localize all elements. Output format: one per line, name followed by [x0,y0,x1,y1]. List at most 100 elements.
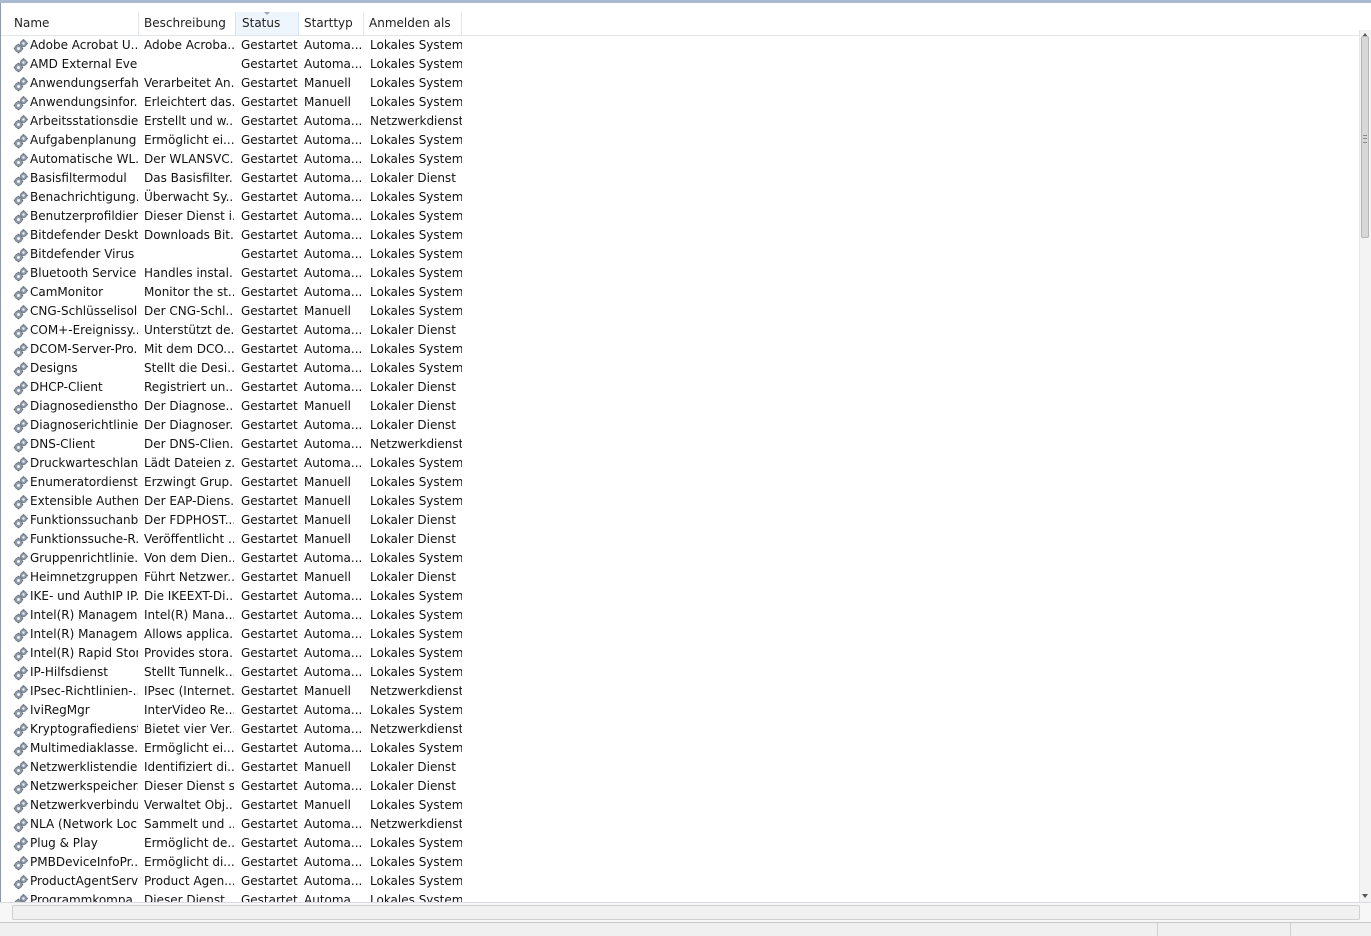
table-row[interactable]: AMD External Eve... Gestartet Automa... Lok… [1,55,1361,74]
table-row[interactable]: CNG-Schlüsselisol... Der CNG-Schl... Gesta… [1,302,1361,321]
service-name: Intel(R) Managem... [30,627,138,641]
service-status: Gestartet [241,665,298,679]
service-name: Arbeitsstationsdie... [30,114,138,128]
table-row[interactable]: Kryptografiedienste Bietet vier Ver... Ges… [1,720,1361,739]
table-row[interactable]: Multimediaklasse... Ermöglicht ei... Gesta… [1,739,1361,758]
table-row[interactable]: Funktionssuchanb... Der FDPHOST... Gestart… [1,511,1361,530]
table-row[interactable]: IKE- und AuthIP IP... Die IKEEXT-Di... Ges… [1,587,1361,606]
table-row[interactable]: Plug & Play Ermöglicht de... Gestartet Auto… [1,834,1361,853]
table-row[interactable]: Arbeitsstationsdie... Erstellt und w... Ge… [1,112,1361,131]
table-row[interactable]: IP-Hilfsdienst Stellt Tunnelk... Gestartet… [1,663,1361,682]
table-row[interactable]: NLA (Network Loc... Sammelt und ... Gestar… [1,815,1361,834]
column-header-description[interactable]: Beschreibung [138,12,236,35]
scroll-down-arrow-icon[interactable] [1362,894,1368,898]
table-row[interactable]: Programmkompa... Dieser Dienst ... Gestart… [1,891,1361,902]
table-row[interactable]: Basisfiltermodul Das Basisfilter... Gestar… [1,169,1361,188]
service-description: Erleichtert das... [144,95,234,109]
service-name: Anwendungserfah... [30,76,138,90]
table-row[interactable]: Bluetooth Service Handles instal... Gestar… [1,264,1361,283]
table-row[interactable]: Netzwerkverbindu... Verwaltet Obj... Gesta… [1,796,1361,815]
gear-icon [13,475,29,491]
service-description: Der WLANSVC... [144,152,234,166]
table-row[interactable]: Netzwerklistendie... Identifiziert di... G… [1,758,1361,777]
gear-icon [13,285,29,301]
service-logon-as: Lokaler Dienst [370,380,456,394]
scrollbar-thumb[interactable] [1361,36,1369,238]
service-name: ProductAgentServ... [30,874,138,888]
table-row[interactable]: Benachrichtigung... Überwacht Sy... Gestar… [1,188,1361,207]
service-logon-as: Netzwerkdienst [370,722,462,736]
column-header-status[interactable]: Status [235,12,299,35]
service-logon-as: Lokales System [370,209,462,223]
table-row[interactable]: Extensible Authen... Der EAP-Diens... Gest… [1,492,1361,511]
service-logon-as: Lokales System [370,874,462,888]
horizontal-scrollbar[interactable] [0,902,1371,923]
table-row[interactable]: DNS-Client Der DNS-Clien... Gestartet Autom… [1,435,1361,454]
service-name: Bitdefender Virus ... [30,247,138,261]
gear-icon [13,228,29,244]
gear-icon [13,133,29,149]
table-row[interactable]: Designs Stellt die Desi... Gestartet Automa… [1,359,1361,378]
table-row[interactable]: PMBDeviceInfoPr... Ermöglicht di... Gestar… [1,853,1361,872]
service-name: Netzwerkverbindu... [30,798,138,812]
table-row[interactable]: Intel(R) Managem... Allows applica... Gest… [1,625,1361,644]
table-row[interactable]: Enumeratordienst ... Erzwingt Grup... Gest… [1,473,1361,492]
table-row[interactable]: CamMonitor Monitor the st... Gestartet Auto… [1,283,1361,302]
gear-icon [13,399,29,415]
service-description: Führt Netzwer... [144,570,234,584]
service-status: Gestartet [241,57,298,71]
vertical-scrollbar[interactable] [1359,30,1371,902]
table-row[interactable]: IPsec-Richtlinien-... IPsec (Internet... G… [1,682,1361,701]
service-start-type: Manuell [304,399,351,413]
table-row[interactable]: Benutzerprofildienst Dieser Dienst i... Ge… [1,207,1361,226]
service-logon-as: Lokales System [370,893,462,902]
table-row[interactable]: Anwendungsinfor... Erleichtert das... Gest… [1,93,1361,112]
table-row[interactable]: Gruppenrichtlinie... Von dem Dien... Gesta… [1,549,1361,568]
table-row[interactable]: Bitdefender Deskt... Downloads Bit... Gest… [1,226,1361,245]
table-row[interactable]: COM+-Ereignissy... Unterstützt de... Gesta… [1,321,1361,340]
horizontal-scrollbar-thumb[interactable] [12,905,1360,920]
service-logon-as: Lokaler Dienst [370,532,456,546]
service-status: Gestartet [241,646,298,660]
service-name: IKE- und AuthIP IP... [30,589,138,603]
column-header-start-type[interactable]: Starttyp [298,12,364,35]
table-row[interactable]: DHCP-Client Registriert un... Gestartet Aut… [1,378,1361,397]
gear-icon [13,323,29,339]
column-header-logon-as[interactable]: Anmelden als [363,12,462,35]
service-status: Gestartet [241,38,298,52]
gear-icon [13,874,29,890]
service-status: Gestartet [241,76,298,90]
table-row[interactable]: Diagnoserichtlinie... Der Diagnoser... Ges… [1,416,1361,435]
service-logon-as: Lokaler Dienst [370,399,456,413]
service-logon-as: Lokales System [370,551,462,565]
service-name: Plug & Play [30,836,98,850]
table-row[interactable]: Druckwarteschlan... Lädt Dateien z... Gest… [1,454,1361,473]
column-header-name[interactable]: Name [8,12,139,35]
service-description: Dieser Dienst ... [144,893,234,902]
table-row[interactable]: Netzwerkspeicher... Dieser Dienst s... Ges… [1,777,1361,796]
service-status: Gestartet [241,589,298,603]
service-start-type: Automa... [304,722,362,736]
table-row[interactable]: Anwendungserfah... Verarbeitet An... Gesta… [1,74,1361,93]
service-name: Extensible Authen... [30,494,138,508]
gear-icon [13,570,29,586]
table-row[interactable]: Adobe Acrobat U... Adobe Acroba... Gestart… [1,36,1361,55]
service-status: Gestartet [241,798,298,812]
table-row[interactable]: Bitdefender Virus ... Gestartet Automa... L… [1,245,1361,264]
table-row[interactable]: Intel(R) Rapid Stor... Provides stora... G… [1,644,1361,663]
table-row[interactable]: IviRegMgr InterVideo Re... Gestartet Automa… [1,701,1361,720]
table-row[interactable]: Funktionssuche-R... Veröffentlicht ... Ges… [1,530,1361,549]
table-row[interactable]: Intel(R) Managem... Intel(R) Mana... Gesta… [1,606,1361,625]
table-row[interactable]: Diagnosediensthost Der Diagnose... Gestart… [1,397,1361,416]
service-logon-as: Lokales System [370,646,462,660]
services-list[interactable]: Name Beschreibung Status Starttyp Anmeld… [0,3,1371,902]
service-start-type: Manuell [304,304,351,318]
table-row[interactable]: Aufgabenplanung Ermöglicht ei... Gestartet… [1,131,1361,150]
service-name: PMBDeviceInfoPr... [30,855,138,869]
table-row[interactable]: DCOM-Server-Pro... Mit dem DCO... Gestarte… [1,340,1361,359]
table-row[interactable]: Automatische WL... Der WLANSVC... Gestarte… [1,150,1361,169]
service-status: Gestartet [241,760,298,774]
service-start-type: Manuell [304,532,351,546]
table-row[interactable]: Heimnetzgruppen... Führt Netzwer... Gestar… [1,568,1361,587]
table-row[interactable]: ProductAgentServ... Product Agen... Gestar… [1,872,1361,891]
